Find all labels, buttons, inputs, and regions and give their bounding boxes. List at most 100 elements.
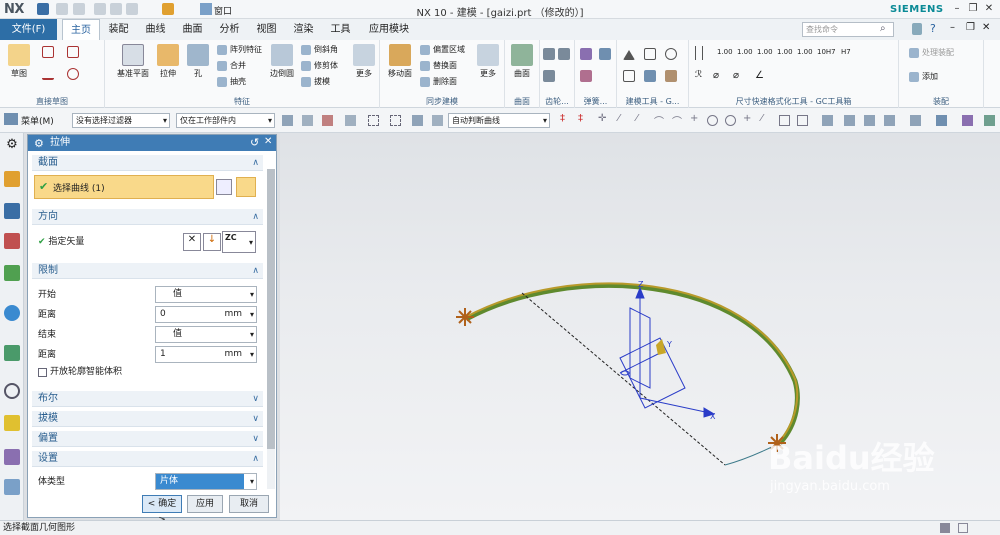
line-icon[interactable] [42, 68, 54, 80]
web-browser-icon[interactable] [4, 305, 20, 321]
dim-tolerance-10h7[interactable]: 10H7 [817, 48, 836, 56]
spring-icon[interactable] [580, 48, 592, 60]
reuse-library-icon[interactable] [4, 265, 20, 281]
snap-endpoint-icon[interactable]: ‡ [560, 113, 571, 124]
rectangle-icon[interactable] [67, 46, 79, 58]
snap-center-icon[interactable] [707, 115, 718, 126]
tab-curve[interactable]: 曲线 [137, 19, 174, 40]
ok-button[interactable]: < 确定 > [142, 495, 182, 525]
datum-plane-button[interactable]: 基准平面 [113, 44, 153, 79]
menu-button[interactable]: 菜单(M) [21, 114, 54, 127]
render-style-icon[interactable] [910, 115, 921, 126]
filter-icon[interactable] [282, 115, 293, 126]
profile-icon[interactable] [42, 46, 54, 58]
open-profile-checkbox[interactable] [38, 368, 47, 377]
status-icon[interactable] [940, 523, 950, 533]
edge-blend-button[interactable]: 边倒圆 [267, 44, 297, 79]
cylinder-icon[interactable] [665, 70, 677, 82]
process-studio-icon[interactable] [4, 415, 20, 431]
select-icon[interactable] [302, 115, 313, 126]
offset-header[interactable]: 偏置 ∨ [32, 431, 263, 447]
replace-face-button[interactable]: 替换面 [420, 59, 457, 73]
gear-icon[interactable]: ⚙ [34, 137, 44, 150]
settings-icon[interactable]: ⚙ [4, 137, 20, 153]
fit-view-icon[interactable] [822, 115, 833, 126]
tab-render[interactable]: 渲染 [285, 19, 322, 40]
body-type-dropdown[interactable]: 片体 ▾ [155, 473, 257, 490]
extrude-button[interactable]: 拉伸 [153, 44, 183, 79]
limits-header[interactable]: 限制 ∧ [32, 263, 263, 279]
snap-point-icon[interactable]: + [690, 113, 701, 124]
sync-more-button[interactable]: 更多 [473, 44, 503, 79]
pan-icon[interactable] [884, 115, 895, 126]
reset-icon[interactable]: ↺ [250, 136, 259, 149]
minimize-button[interactable]: – [950, 2, 964, 16]
snap-line-icon[interactable]: ⁄ [636, 113, 647, 124]
end-type-dropdown[interactable]: 值 ▾ [155, 326, 257, 343]
tab-view[interactable]: 视图 [248, 19, 285, 40]
settings-header[interactable]: 设置 ∧ [32, 451, 263, 467]
assembly-navigator-icon[interactable] [4, 203, 20, 219]
tab-surface[interactable]: 曲面 [174, 19, 211, 40]
select-curve-row[interactable]: ✔ 选择曲线 (1) [34, 175, 214, 199]
spring-icon[interactable] [580, 70, 592, 82]
doc-close-button[interactable]: ✕ [982, 22, 990, 33]
constraint-navigator-icon[interactable] [4, 233, 20, 249]
dialog-close-icon[interactable]: ✕ [264, 136, 272, 147]
part-navigator-icon[interactable] [4, 171, 20, 187]
work-layer-icon[interactable] [984, 115, 995, 126]
curve-rule-icon[interactable] [432, 115, 443, 126]
clock-icon[interactable] [4, 383, 20, 399]
curve-icon[interactable] [236, 177, 256, 197]
snap-bounded-icon[interactable] [797, 115, 808, 126]
surface-button[interactable]: 曲面 [507, 44, 537, 79]
select-all-icon[interactable] [345, 115, 356, 126]
selection-scope-dropdown[interactable]: 仅在工作部件内 [176, 113, 275, 128]
face-rule-icon[interactable] [412, 115, 423, 126]
zoom-icon[interactable] [844, 115, 855, 126]
start-type-dropdown[interactable]: 值 ▾ [155, 286, 257, 303]
draft-button[interactable]: 拔模 [301, 75, 330, 89]
snap-tangent-icon[interactable]: ⌒ [654, 113, 665, 128]
circle-icon[interactable] [67, 68, 79, 80]
dim-tolerance-h7[interactable]: H7 [841, 48, 851, 56]
curve-rule-dropdown[interactable]: 自动判断曲线 [448, 113, 550, 128]
doc-restore-button[interactable]: ❐ [966, 22, 975, 33]
snap-existing-point-icon[interactable]: + [743, 113, 754, 124]
doc-minimize-button[interactable]: – [950, 22, 955, 33]
graphics-viewport[interactable]: Z X Y Baidu经验 jingyan.baidu.com [280, 133, 1000, 520]
snap-quadrant-icon[interactable] [725, 115, 736, 126]
reverse-direction-icon[interactable]: ✕ [183, 233, 201, 251]
frame-icon[interactable] [623, 70, 635, 82]
layer-icon[interactable] [962, 115, 973, 126]
vector-dropdown[interactable]: ZC ▾ [222, 231, 256, 253]
dim-format-3[interactable]: 1.00 [757, 48, 773, 56]
snap-arc-icon[interactable]: ⌒ [672, 113, 683, 128]
box-select-icon[interactable] [368, 115, 379, 126]
dimension-icon[interactable] [695, 46, 703, 60]
lasso-icon[interactable] [390, 115, 401, 126]
sketch-section-icon[interactable] [216, 179, 232, 195]
shell-button[interactable]: 抽壳 [217, 75, 246, 89]
angle-icon[interactable]: ∠ [755, 70, 764, 81]
pattern-feature-button[interactable]: 阵列特征 [217, 43, 262, 57]
tab-home[interactable]: 主页 [62, 19, 100, 40]
dim-format-2[interactable]: 1.00 [737, 48, 753, 56]
restore-button[interactable]: ❐ [966, 2, 980, 16]
search-icon[interactable]: ⌕ [880, 23, 886, 34]
end-distance-field[interactable]: 1 mm ▾ [155, 346, 257, 363]
dim-format-4[interactable]: 1.00 [777, 48, 793, 56]
scrollbar-thumb[interactable] [267, 169, 275, 449]
sketch-button[interactable]: 草图 [4, 44, 34, 79]
spring-icon[interactable] [599, 48, 611, 60]
rotate-icon[interactable] [864, 115, 875, 126]
orient-view-icon[interactable] [936, 115, 947, 126]
apply-button[interactable]: 应用 [187, 495, 223, 513]
dim-format-5[interactable]: 1.00 [797, 48, 813, 56]
snap-on-curve-icon[interactable]: ⁄ [761, 113, 772, 124]
help-icon[interactable]: ? [930, 22, 936, 35]
snap-face-icon[interactable] [779, 115, 790, 126]
tab-analysis[interactable]: 分析 [211, 19, 248, 40]
start-distance-field[interactable]: 0 mm ▾ [155, 306, 257, 323]
tab-applications[interactable]: 应用模块 [359, 19, 419, 40]
